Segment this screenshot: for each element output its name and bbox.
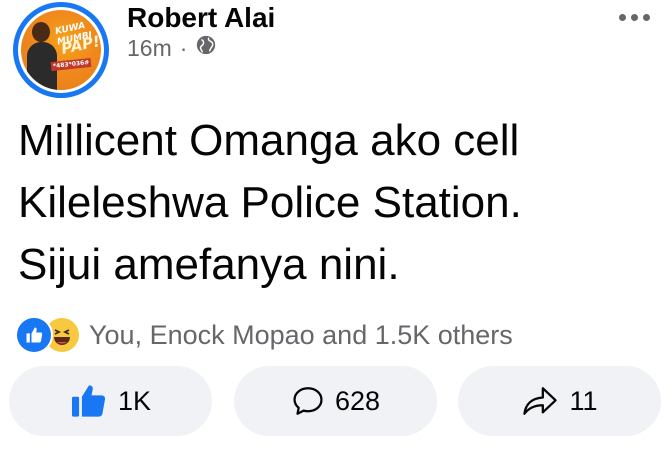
post-text: Millicent Omanga ako cell Kileleshwa Pol…	[18, 110, 658, 296]
like-button[interactable]: 1K	[9, 366, 212, 436]
comment-bubble-icon	[291, 384, 325, 418]
like-reaction-icon	[15, 316, 53, 354]
like-count: 1K	[117, 385, 152, 416]
meta-separator: ·	[179, 35, 188, 61]
post-text-line: Sijui amefanya nini.	[18, 240, 400, 289]
post-time[interactable]: 16m	[127, 34, 172, 62]
reactions-summary[interactable]: You, Enock Mopao and 1.5K others	[15, 316, 513, 354]
share-button[interactable]: 11	[458, 366, 661, 436]
post-card: KUWA MUMBI PAP! *483*036# Robert Alai 16…	[0, 0, 672, 454]
share-arrow-icon	[521, 384, 559, 418]
avatar-image: KUWA MUMBI PAP! *483*036#	[21, 10, 101, 90]
thumbs-up-icon	[70, 384, 108, 418]
post-text-line: Millicent Omanga ako cell	[18, 116, 520, 165]
comment-count: 628	[334, 385, 381, 416]
avatar-caption-3: PAP!	[59, 32, 101, 58]
share-count: 11	[569, 385, 598, 416]
post-actions: 1K 628 11	[0, 366, 672, 436]
more-dots-icon[interactable]	[619, 14, 650, 21]
comment-button[interactable]: 628	[234, 366, 437, 436]
globe-icon	[195, 34, 217, 62]
reaction-summary-text[interactable]: You, Enock Mopao and 1.5K others	[89, 320, 513, 351]
author-name[interactable]: Robert Alai	[127, 0, 275, 36]
post-text-line: Kileleshwa Police Station.	[18, 178, 522, 227]
author-avatar[interactable]: KUWA MUMBI PAP! *483*036#	[13, 2, 109, 98]
post-meta: 16m ·	[127, 34, 217, 62]
